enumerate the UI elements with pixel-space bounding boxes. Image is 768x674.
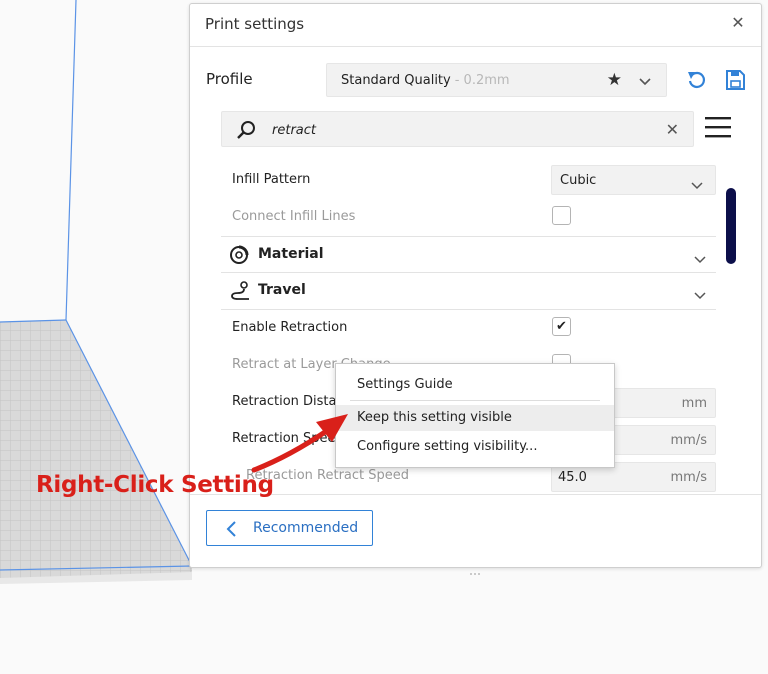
setting-row-infill-pattern[interactable]: Infill Pattern Cubic [221,162,716,199]
profile-name: Standard Quality - 0.2mm [341,73,510,88]
setting-label: Enable Retraction [232,320,348,335]
close-button[interactable]: ✕ [729,14,747,32]
menu-item-label: Settings Guide [357,377,453,392]
category-label: Material [258,246,324,262]
recommended-label: Recommended [253,520,359,536]
floppy-icon [726,70,745,90]
context-menu: Settings Guide Keep this setting visible… [335,363,615,468]
category-material[interactable]: Material [221,236,716,273]
menu-item-configure-visibility[interactable]: Configure setting visibility... [336,434,614,460]
clear-search-icon[interactable]: ✕ [666,120,679,139]
dropdown-value: Cubic [560,173,597,188]
annotation-label: Right-Click Setting [36,472,274,498]
setting-row-enable-retraction[interactable]: Enable Retraction ✔ [221,310,716,347]
field-value: 45.0 [558,470,587,485]
hamburger-icon [705,117,731,138]
setting-search-box: ✕ [221,111,694,147]
spool-icon [229,245,249,269]
category-travel[interactable]: Travel [221,273,716,310]
build-plate [0,320,192,582]
resize-grip-icon[interactable] [469,562,483,575]
unit-label: mm/s [670,433,707,448]
enable-retraction-checkbox[interactable]: ✔ [552,317,571,336]
chevron-down-icon [691,175,703,194]
panel-title: Print settings [205,15,305,33]
connect-infill-lines-checkbox[interactable] [552,206,571,225]
undo-icon [688,71,705,88]
divider [350,400,600,401]
profile-select[interactable]: Standard Quality - 0.2mm ★ [326,63,667,97]
print-settings-panel: Print settings ✕ Profile Standard Qualit… [189,3,762,575]
chevron-left-icon [225,520,237,542]
settings-menu-button[interactable] [705,115,731,139]
setting-label: Infill Pattern [232,172,311,187]
setting-label: Connect Infill Lines [232,209,356,224]
search-icon [236,120,258,144]
menu-item-keep-setting-visible[interactable]: Keep this setting visible [336,405,614,431]
star-icon[interactable]: ★ [607,70,622,90]
divider [190,494,761,495]
menu-item-label: Configure setting visibility... [357,439,538,454]
profile-layer-height: - 0.2mm [454,73,510,88]
reset-profile-button[interactable] [685,69,707,91]
menu-item-label: Keep this setting visible [357,410,512,425]
chevron-down-icon [694,285,706,304]
menu-item-settings-guide[interactable]: Settings Guide [336,372,614,398]
infill-pattern-dropdown[interactable]: Cubic [551,165,716,195]
setting-row-connect-infill-lines[interactable]: Connect Infill Lines [221,199,716,236]
save-profile-button[interactable] [724,69,746,91]
chevron-down-icon [638,72,652,91]
category-label: Travel [258,282,306,298]
travel-path-icon [229,281,251,305]
recommended-button[interactable]: Recommended [206,510,373,546]
search-input[interactable] [272,121,652,139]
divider [190,46,761,47]
settings-scrollbar[interactable] [726,188,736,264]
profile-label: Profile [206,70,253,88]
annotation-arrow-icon [251,414,348,473]
unit-label: mm [681,396,707,411]
chevron-down-icon [694,249,706,268]
unit-label: mm/s [670,470,707,485]
